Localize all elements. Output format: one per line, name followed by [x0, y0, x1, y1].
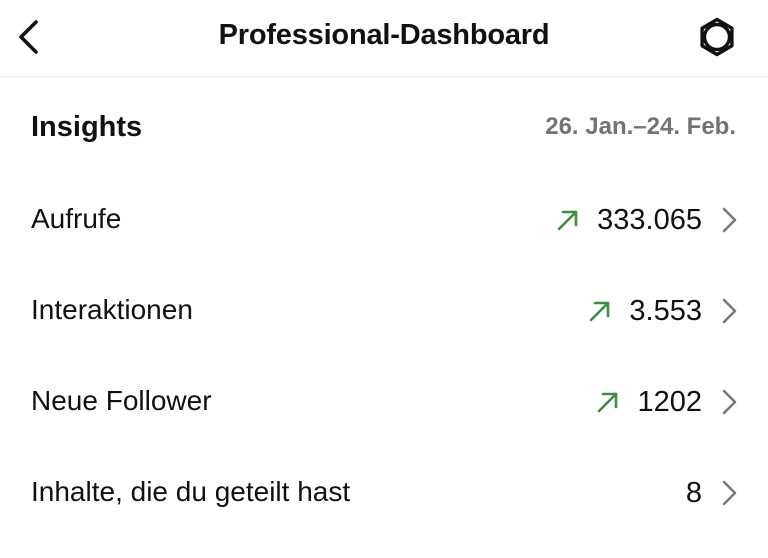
stat-value: 8: [685, 476, 702, 509]
stat-row-inhalte[interactable]: Inhalte, die du geteilt hast 8: [0, 448, 768, 539]
trend-up-icon: [598, 392, 618, 413]
trend-up-icon: [590, 301, 610, 322]
date-range[interactable]: 26. Jan.–24. Feb.: [545, 113, 736, 141]
stat-value-group: 3.553: [587, 288, 738, 334]
stat-row-neue-follower[interactable]: Neue Follower 1202: [0, 357, 768, 448]
stat-label: Interaktionen: [31, 294, 193, 325]
stat-value-group: 1202: [595, 379, 738, 425]
stat-row-aufrufe[interactable]: Aufrufe 333.065: [0, 175, 768, 266]
stat-value-group: 333.065: [555, 197, 738, 243]
settings-button[interactable]: [696, 16, 738, 58]
chevron-right-icon: [722, 389, 737, 415]
page-title: Professional-Dashboard: [218, 19, 550, 51]
trend-up-icon: [557, 210, 578, 231]
stat-label: Neue Follower: [31, 385, 212, 416]
professional-dashboard-screen: Professional-Dashboard Insights 26. Jan.…: [0, 0, 768, 558]
chevron-right-icon: [722, 480, 737, 506]
stat-row-interaktionen[interactable]: Interaktionen 3.553: [0, 266, 768, 357]
chevron-right-icon: [722, 207, 737, 233]
stat-label: Aufrufe: [31, 203, 122, 234]
stat-label: Inhalte, die du geteilt hast: [31, 476, 351, 507]
insights-header: Insights 26. Jan.–24. Feb.: [0, 77, 768, 175]
chevron-right-icon: [722, 298, 737, 324]
stat-value: 1202: [637, 385, 702, 418]
stat-value: 3.553: [629, 294, 702, 327]
insights-title: Insights: [31, 111, 143, 143]
stat-value-group: 8: [686, 470, 738, 516]
stat-value: 333.065: [597, 203, 702, 236]
gear-icon: [700, 17, 734, 57]
header-bar: Professional-Dashboard: [0, 0, 768, 77]
